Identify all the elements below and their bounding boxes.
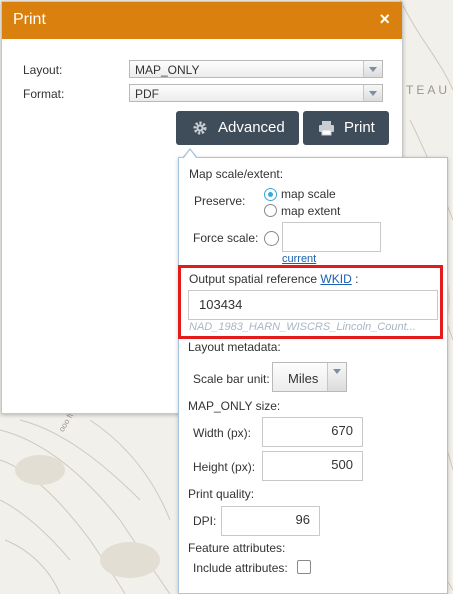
radio-map-scale[interactable] [264, 188, 277, 201]
radio-map-extent-label[interactable]: map extent [281, 204, 340, 218]
dpi-value: 96 [295, 512, 310, 527]
chevron-down-icon[interactable] [363, 61, 382, 77]
dpi-label: DPI: [193, 514, 217, 528]
scale-bar-unit-select[interactable]: Miles [272, 362, 347, 392]
advanced-button-label: Advanced [218, 119, 285, 136]
width-input[interactable]: 670 [262, 417, 363, 447]
chevron-down-icon[interactable] [327, 363, 346, 391]
layout-select-value: MAP_ONLY [135, 63, 200, 77]
include-attributes-label: Include attributes: [193, 561, 288, 575]
format-select[interactable]: PDF [129, 84, 383, 102]
force-scale-label: Force scale: [193, 231, 259, 245]
layout-metadata-heading: Layout metadata: [188, 340, 281, 354]
scale-bar-unit-label: Scale bar unit: [193, 372, 270, 386]
highlight-box [178, 265, 443, 339]
preserve-label: Preserve: [194, 194, 246, 208]
height-input[interactable]: 500 [262, 451, 363, 481]
panel-header: Print × [2, 2, 402, 39]
printer-icon [319, 121, 334, 136]
scale-section-heading: Map scale/extent: [189, 167, 284, 181]
radio-map-scale-label[interactable]: map scale [281, 187, 336, 201]
gear-icon [193, 121, 207, 135]
map-place-label: TEAU [406, 83, 451, 97]
panel-title: Print [13, 11, 46, 28]
include-attributes-checkbox[interactable] [297, 560, 311, 574]
format-label: Format: [23, 87, 65, 101]
force-scale-input[interactable] [282, 222, 381, 252]
feature-attributes-heading: Feature attributes: [188, 541, 286, 555]
width-label: Width (px): [193, 426, 252, 440]
format-select-value: PDF [135, 87, 159, 101]
popup-caret-fill [183, 150, 197, 159]
map-size-heading: MAP_ONLY size: [188, 399, 281, 413]
height-value: 500 [331, 457, 353, 472]
force-scale-radio[interactable] [264, 231, 279, 246]
scale-bar-unit-value: Miles [288, 371, 319, 386]
height-label: Height (px): [193, 460, 256, 474]
chevron-down-icon[interactable] [363, 85, 382, 101]
width-value: 670 [331, 423, 353, 438]
radio-map-extent[interactable] [264, 204, 277, 217]
print-button[interactable]: Print [303, 111, 389, 145]
print-button-label: Print [344, 119, 375, 136]
current-scale-link[interactable]: current [282, 253, 316, 265]
advanced-button[interactable]: Advanced [176, 111, 299, 145]
layout-label: Layout: [23, 63, 63, 77]
layout-select[interactable]: MAP_ONLY [129, 60, 383, 78]
close-icon[interactable]: × [379, 9, 390, 30]
print-quality-heading: Print quality: [188, 487, 255, 501]
dpi-input[interactable]: 96 [221, 506, 320, 536]
